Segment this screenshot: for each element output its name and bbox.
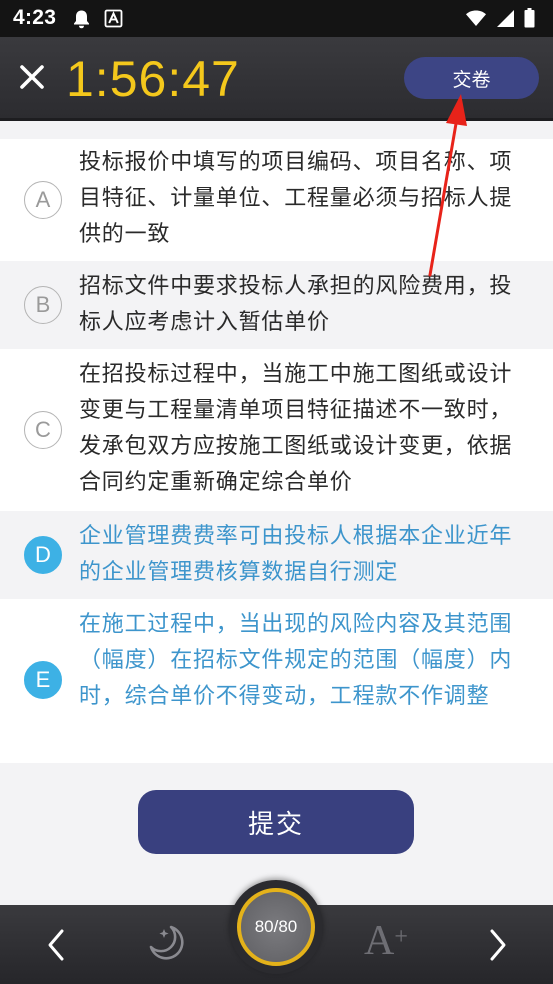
option-c[interactable]: C 在招投标过程中，当施工中施工图纸或设计变更与工程量清单项目特征描述不一致时，… <box>0 349 553 511</box>
wifi-icon <box>465 9 487 31</box>
option-d-letter: D <box>24 536 62 574</box>
option-b-letter: B <box>24 286 62 324</box>
option-c-letter: C <box>24 411 62 449</box>
status-time: 4:23 <box>13 6 57 29</box>
font-size-letter: A <box>364 918 395 964</box>
hand-in-button[interactable]: 交卷 <box>404 57 539 99</box>
question-content: A 投标报价中填写的项目编码、项目名称、项目特征、计量单位、工程量必须与招标人提… <box>0 121 553 903</box>
battery-icon <box>524 8 535 32</box>
notification-bell-icon <box>72 9 91 33</box>
option-e[interactable]: E 在施工过程中，当出现的风险内容及其范围（幅度）在招标文件规定的范围（幅度）内… <box>0 599 553 763</box>
question-counter: 80/80 <box>237 888 315 966</box>
night-mode-icon[interactable] <box>142 918 190 968</box>
font-size-button[interactable]: A+ <box>364 916 408 966</box>
app-notification-icon <box>104 9 123 32</box>
countdown-timer: 1:56:47 <box>66 51 240 107</box>
status-bar: 4:23 <box>0 0 553 37</box>
question-counter-button[interactable]: 80/80 <box>229 880 323 974</box>
option-d[interactable]: D 企业管理费费率可由投标人根据本企业近年的企业管理费核算数据自行测定 <box>0 511 553 599</box>
close-icon[interactable] <box>16 61 48 93</box>
signal-icon <box>496 9 515 32</box>
status-icons <box>465 8 535 32</box>
option-e-letter: E <box>24 661 62 699</box>
option-b[interactable]: B 招标文件中要求投标人承担的风险费用，投标人应考虑计入暂估单价 <box>0 261 553 349</box>
option-d-text: 企业管理费费率可由投标人根据本企业近年的企业管理费核算数据自行测定 <box>79 524 513 585</box>
option-a[interactable]: A 投标报价中填写的项目编码、项目名称、项目特征、计量单位、工程量必须与招标人提… <box>0 139 553 261</box>
exam-header: 1:56:47 交卷 <box>0 37 553 121</box>
previous-chevron-icon[interactable] <box>40 924 72 966</box>
option-c-text: 在招投标过程中，当施工中施工图纸或设计变更与工程量清单项目特征描述不一致时，发承… <box>79 362 513 495</box>
next-chevron-icon[interactable] <box>482 924 514 966</box>
option-a-text: 投标报价中填写的项目编码、项目名称、项目特征、计量单位、工程量必须与招标人提供的… <box>79 150 513 247</box>
option-e-text: 在施工过程中，当出现的风险内容及其范围（幅度）在招标文件规定的范围（幅度）内时，… <box>79 612 513 709</box>
font-size-plus: + <box>394 924 408 950</box>
option-a-letter: A <box>24 181 62 219</box>
option-b-text: 招标文件中要求投标人承担的风险费用，投标人应考虑计入暂估单价 <box>79 274 513 335</box>
submit-button[interactable]: 提交 <box>138 790 414 854</box>
